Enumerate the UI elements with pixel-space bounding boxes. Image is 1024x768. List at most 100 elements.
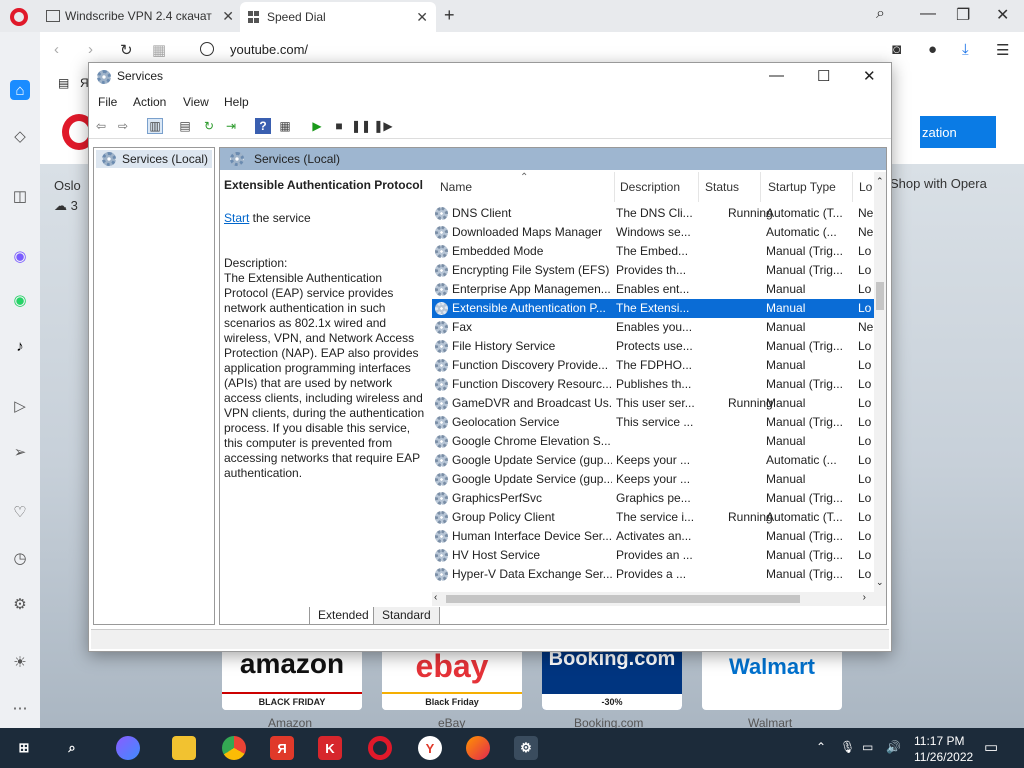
column-divider[interactable] xyxy=(760,172,761,202)
restart-service-icon[interactable]: ❚▶ xyxy=(373,118,392,134)
whatsapp-icon[interactable]: ◉ xyxy=(10,290,30,310)
back-icon[interactable]: ‹ xyxy=(54,41,59,58)
start-windows-icon[interactable]: ⊞ xyxy=(12,736,36,760)
help-icon[interactable]: ? xyxy=(255,118,271,134)
menu-help[interactable]: Help xyxy=(224,95,249,109)
account-icon[interactable]: ● xyxy=(928,41,937,58)
camera-icon[interactable]: ◙ xyxy=(892,41,901,58)
scroll-thumb[interactable] xyxy=(876,282,884,310)
start-service-link[interactable]: Start xyxy=(224,211,249,225)
speed-dial-tile-booking[interactable]: Booking.com -30% xyxy=(542,646,682,710)
properties-icon[interactable]: ▤ xyxy=(177,118,193,134)
column-header-startup-type[interactable]: Startup Type xyxy=(768,180,836,194)
file-explorer-icon[interactable] xyxy=(172,736,196,760)
tab-standard[interactable]: Standard xyxy=(373,607,440,625)
tab-speed-dial[interactable]: Speed Dial ✕ xyxy=(240,2,436,32)
url-field[interactable]: youtube.com/ xyxy=(230,42,308,57)
console-icon[interactable]: ▦ xyxy=(277,118,293,134)
history-icon[interactable]: ◷ xyxy=(10,548,30,568)
yandex-icon[interactable]: Y xyxy=(418,736,442,760)
menu-action[interactable]: Action xyxy=(133,95,166,109)
column-header-description[interactable]: Description xyxy=(620,180,680,194)
heart-icon[interactable]: ♡ xyxy=(10,502,30,522)
back-arrow-icon[interactable]: ⇦ xyxy=(93,118,109,134)
start-service-icon[interactable]: ▶ xyxy=(309,118,325,134)
stop-service-icon[interactable]: ■ xyxy=(331,118,347,134)
scroll-left-icon[interactable]: ‹ xyxy=(434,592,437,603)
player-icon[interactable]: ▷ xyxy=(10,396,30,416)
close-icon[interactable]: ✕ xyxy=(863,67,876,85)
table-row[interactable]: GameDVR and Broadcast Us... This user ser… xyxy=(432,394,874,413)
table-row[interactable]: Function Discovery Provide... The FDPHO..… xyxy=(432,356,874,375)
pause-service-icon[interactable]: ❚❚ xyxy=(351,118,371,134)
table-row[interactable]: Enterprise App Managemen... Enables ent..… xyxy=(432,280,874,299)
download-icon[interactable]: ⤓ xyxy=(962,41,969,58)
alice-assistant-icon[interactable] xyxy=(116,736,140,760)
opera-logo-icon[interactable] xyxy=(10,8,28,26)
table-row[interactable]: Geolocation Service This service ... Manua… xyxy=(432,413,874,432)
table-row[interactable]: Fax Enables you... Manual Ne xyxy=(432,318,874,337)
table-row[interactable]: Hyper-V Data Exchange Ser... Provides a .… xyxy=(432,565,874,584)
new-tab-icon[interactable]: + xyxy=(444,5,455,26)
promo-button[interactable]: zation xyxy=(920,116,996,148)
table-row[interactable]: GraphicsPerfSvc Graphics pe... Manual (Tri… xyxy=(432,489,874,508)
services-taskbar-icon[interactable]: ⚙ xyxy=(514,736,538,760)
forward-icon[interactable]: › xyxy=(88,41,93,58)
maximize-icon[interactable]: ☐ xyxy=(817,67,830,85)
tabs-grid-icon[interactable]: ▦ xyxy=(152,41,166,59)
column-header-name[interactable]: Name xyxy=(440,180,472,194)
lightbulb-icon[interactable]: ☀ xyxy=(10,652,30,672)
tab-extended[interactable]: Extended xyxy=(309,607,378,625)
restore-icon[interactable]: ❐ xyxy=(956,5,970,25)
table-row[interactable]: Extensible Authentication P... The Extens… xyxy=(432,299,874,318)
tray-chevron-icon[interactable]: ⌃ xyxy=(816,740,826,754)
speed-dial-tile-walmart[interactable]: Walmart xyxy=(702,646,842,710)
yandex-browser-icon[interactable]: Я xyxy=(270,736,294,760)
clock-time[interactable]: 11:17 PM xyxy=(914,734,964,748)
cube-icon[interactable]: ◇ xyxy=(10,126,30,146)
shopping-bag-icon[interactable]: ◫ xyxy=(10,186,30,206)
vertical-scrollbar[interactable]: ⌃ ⌄ xyxy=(874,172,886,592)
minimize-icon[interactable]: — xyxy=(920,5,936,23)
table-row[interactable]: DNS Client The DNS Cli... Running Automatic… xyxy=(432,204,874,223)
reload-icon[interactable]: ↻ xyxy=(120,41,133,59)
scroll-up-icon[interactable]: ⌃ xyxy=(876,176,884,187)
scroll-thumb[interactable] xyxy=(446,595,800,603)
table-row[interactable]: Google Chrome Elevation S... Manual Lo xyxy=(432,432,874,451)
column-header-status[interactable]: Status xyxy=(705,180,739,194)
volume-icon[interactable]: 🔊 xyxy=(886,740,901,754)
more-icon[interactable]: ⋯ xyxy=(10,698,30,718)
chrome-icon[interactable] xyxy=(222,736,246,760)
tab-windscribe[interactable]: Windscribe VPN 2.4 скачат ✕ xyxy=(46,4,234,28)
microphone-icon[interactable]: 🎙 xyxy=(840,740,855,754)
refresh-icon[interactable]: ↻ xyxy=(201,118,217,134)
table-row[interactable]: HV Host Service Provides an ... Manual (Tr… xyxy=(432,546,874,565)
tree-item-services-local[interactable]: Services (Local) xyxy=(96,150,212,168)
kaspersky-icon[interactable]: K xyxy=(318,736,342,760)
table-row[interactable]: Encrypting File System (EFS) Provides th.… xyxy=(432,261,874,280)
settings-icon[interactable]: ⚙ xyxy=(10,594,30,614)
minimize-icon[interactable]: — xyxy=(769,67,784,84)
scroll-down-icon[interactable]: ⌄ xyxy=(876,577,884,588)
forward-arrow-icon[interactable]: ⇨ xyxy=(115,118,131,134)
notifications-icon[interactable]: ▭ xyxy=(984,738,998,756)
network-icon[interactable]: ▭ xyxy=(862,740,873,754)
table-row[interactable]: Group Policy Client The service i... Runni… xyxy=(432,508,874,527)
easy-setup-icon[interactable]: ☰ xyxy=(996,41,1009,59)
opera-icon[interactable] xyxy=(368,736,392,760)
table-row[interactable]: Downloaded Maps Manager Windows se... Auto… xyxy=(432,223,874,242)
search-icon[interactable]: ⌕ xyxy=(60,736,84,760)
table-row[interactable]: Google Update Service (gup... Keeps your … xyxy=(432,451,874,470)
search-icon[interactable]: ⌕ xyxy=(876,5,885,23)
table-row[interactable]: File History Service Protects use... Manua… xyxy=(432,337,874,356)
column-divider[interactable] xyxy=(614,172,615,202)
scroll-right-icon[interactable]: › xyxy=(863,592,866,603)
show-hide-tree-icon[interactable]: ▥ xyxy=(147,118,163,134)
column-header-log-on-as[interactable]: Lo xyxy=(859,180,872,194)
table-row[interactable]: Google Update Service (gup... Keeps your … xyxy=(432,470,874,489)
close-tab-icon[interactable]: ✕ xyxy=(222,8,234,25)
close-icon[interactable]: ✕ xyxy=(996,5,1009,25)
send-icon[interactable]: ➢ xyxy=(10,442,30,462)
menu-file[interactable]: File xyxy=(98,95,117,109)
window-titlebar[interactable]: Services — ☐ ✕ xyxy=(89,63,891,91)
